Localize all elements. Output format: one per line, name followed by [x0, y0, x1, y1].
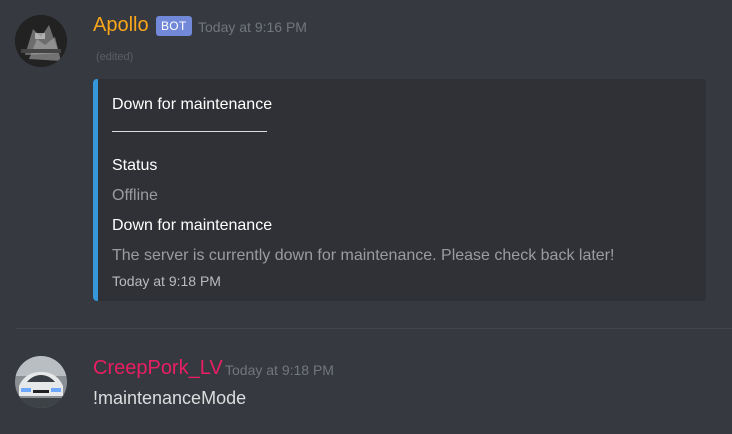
maintenance-embed: Down for maintenance Status Offline Down…	[93, 79, 706, 301]
embed-divider	[112, 131, 267, 132]
message-content: !maintenanceMode	[93, 388, 247, 408]
apollo-timestamp[interactable]: Today at 9:16 PM	[198, 19, 307, 35]
car-avatar-icon	[15, 356, 67, 408]
embed-field-value-status: Offline	[112, 187, 158, 204]
embed-accent-bar	[93, 79, 98, 301]
creeppork-avatar[interactable]	[15, 356, 67, 408]
creeppork-timestamp[interactable]: Today at 9:18 PM	[225, 362, 334, 378]
apollo-username[interactable]: Apollo	[93, 14, 149, 37]
creeppork-username[interactable]: CreepPork_LV	[93, 357, 223, 380]
embed-field-name-maintenance: Down for maintenance	[112, 217, 273, 234]
embed-field-value-maintenance: The server is currently down for mainten…	[112, 247, 615, 264]
embed-field-name-status: Status	[112, 157, 158, 174]
dark-robot-avatar-icon	[15, 15, 67, 67]
apollo-avatar[interactable]	[15, 15, 67, 67]
edited-label: (edited)	[96, 51, 134, 63]
bot-tag-badge: BOT	[156, 16, 192, 36]
embed-title: Down for maintenance	[112, 96, 273, 113]
message-divider	[16, 328, 732, 329]
embed-footer-timestamp: Today at 9:18 PM	[112, 273, 221, 289]
